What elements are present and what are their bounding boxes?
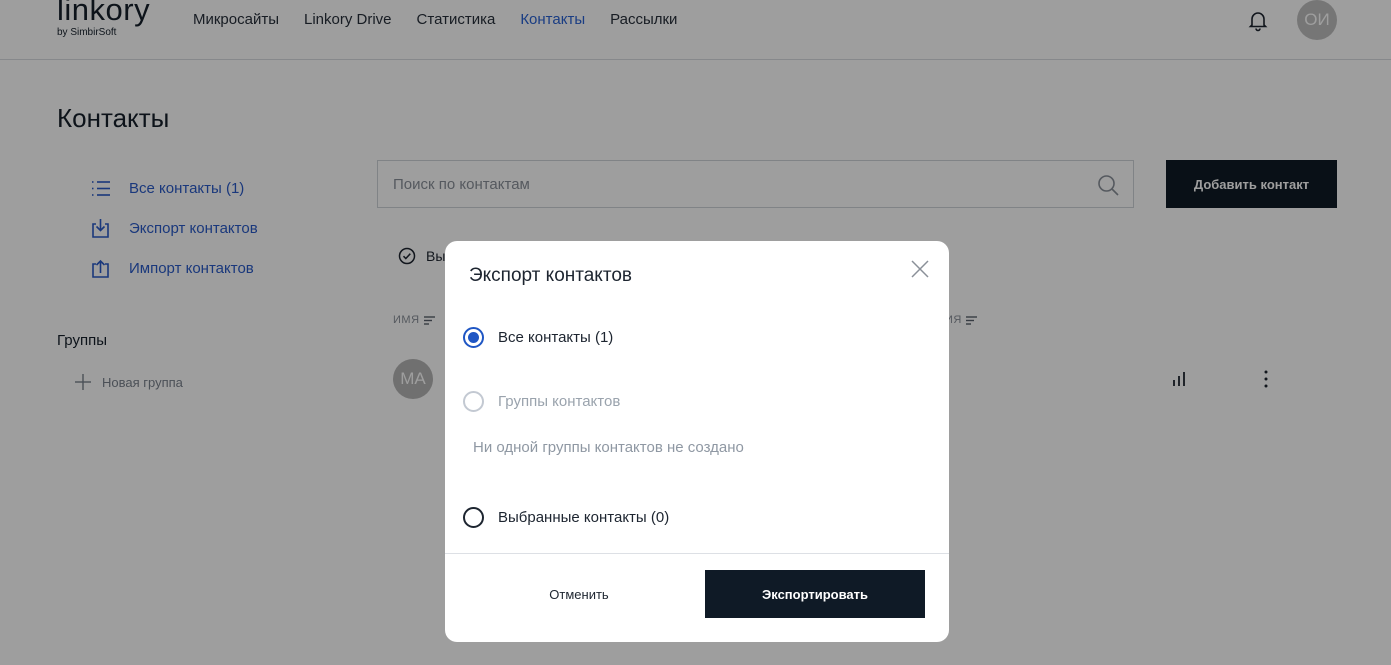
modal-divider [445,553,949,554]
radio-button[interactable] [463,507,484,528]
option-label: Все контакты (1) [498,329,614,346]
export-contacts-modal: Экспорт контактов Все контакты (1) Групп… [445,241,949,642]
radio-button-checked[interactable] [463,327,484,348]
cancel-button[interactable]: Отменить [469,570,689,618]
option-all-contacts[interactable]: Все контакты (1) [463,327,613,348]
option-label: Группы контактов [498,393,621,410]
modal-title: Экспорт контактов [469,265,632,286]
option-selected-contacts[interactable]: Выбранные контакты (0) [463,507,669,528]
option-label: Выбранные контакты (0) [498,509,670,526]
export-button[interactable]: Экспортировать [705,570,925,618]
radio-button-disabled [463,391,484,412]
option-contact-groups: Группы контактов [463,391,620,412]
no-groups-hint: Ни одной группы контактов не создано [473,439,744,456]
close-icon[interactable] [911,260,929,278]
